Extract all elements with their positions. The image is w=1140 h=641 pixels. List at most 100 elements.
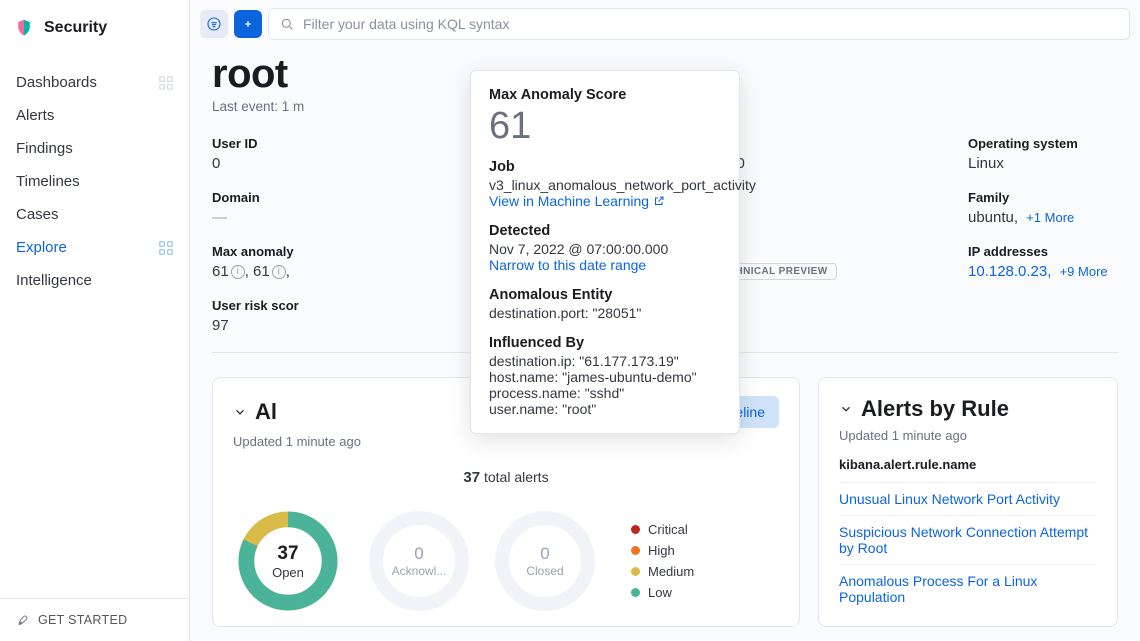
detail-os: Operating system Linux bbox=[968, 136, 1140, 172]
detail-label: IP addresses bbox=[968, 244, 1140, 259]
popover-job-label: Job bbox=[489, 159, 721, 175]
rule-link[interactable]: Anomalous Process For a Linux Population bbox=[839, 564, 1097, 613]
narrow-date-range-link[interactable]: Narrow to this date range bbox=[489, 257, 646, 273]
sidebar-item-timelines[interactable]: Timelines bbox=[0, 165, 189, 198]
sidebar-footer-get-started[interactable]: GET STARTED bbox=[0, 598, 189, 641]
rocket-icon bbox=[16, 613, 30, 627]
view-in-ml-link[interactable]: View in Machine Learning bbox=[489, 193, 665, 209]
influencer: process.name: "sshd" bbox=[489, 385, 721, 401]
more-link[interactable]: +9 More bbox=[1060, 264, 1108, 279]
filter-lines-icon bbox=[206, 16, 222, 32]
alerts-panel-title: Al bbox=[255, 399, 277, 425]
anomaly-score-1: 61 bbox=[212, 263, 229, 280]
popover-entity-value: destination.port: "28051" bbox=[489, 305, 721, 321]
sidebar-item-label: Explore bbox=[16, 239, 67, 256]
detail-ip: IP addresses 10.128.0.23, +9 More bbox=[968, 244, 1140, 280]
detail-value: 10.128.0.23, +9 More bbox=[968, 263, 1140, 280]
popover-influenced-label: Influenced By bbox=[489, 335, 721, 351]
donut-closed-count: 0 bbox=[540, 544, 549, 564]
popover-job: Job v3_linux_anomalous_network_port_acti… bbox=[489, 159, 721, 209]
sidebar-item-label: Alerts bbox=[16, 107, 54, 124]
detail-max-anomaly: Max anomaly 61i, 61i, bbox=[212, 244, 412, 280]
sidebar-nav: Dashboards Alerts Findings Timelines Cas… bbox=[0, 56, 189, 598]
rule-link[interactable]: Unusual Linux Network Port Activity bbox=[839, 482, 1097, 515]
detail-domain: Domain — bbox=[212, 190, 412, 226]
detail-user-risk-score: User risk scor 97 bbox=[212, 298, 412, 334]
dot-icon bbox=[631, 588, 640, 597]
detail-label: Operating system bbox=[968, 136, 1140, 151]
total-alerts-count: 37 bbox=[463, 469, 480, 486]
popover-entity-label: Anomalous Entity bbox=[489, 287, 721, 303]
popover-entity: Anomalous Entity destination.port: "2805… bbox=[489, 287, 721, 321]
donut-closed-label: Closed bbox=[526, 564, 563, 578]
donut-open-label: Open bbox=[272, 565, 304, 580]
chevron-down-icon[interactable] bbox=[839, 402, 853, 416]
donut-ack-label: Acknowl... bbox=[392, 564, 447, 578]
detail-label: Max anomaly bbox=[212, 244, 412, 259]
popover-detected: Detected Nov 7, 2022 @ 07:00:00.000 Narr… bbox=[489, 223, 721, 273]
detail-value: ubuntu, +1 More bbox=[968, 209, 1140, 226]
sidebar-item-dashboards[interactable]: Dashboards bbox=[0, 66, 189, 99]
sidebar-header: Security bbox=[0, 0, 189, 56]
kql-search[interactable] bbox=[268, 8, 1130, 40]
main: root Last event: 1 m User ID 0 Domain — … bbox=[190, 0, 1140, 641]
sidebar-item-alerts[interactable]: Alerts bbox=[0, 99, 189, 132]
popover-influenced: Influenced By destination.ip: "61.177.17… bbox=[489, 335, 721, 417]
filter-options-button[interactable] bbox=[200, 10, 228, 38]
sidebar-item-findings[interactable]: Findings bbox=[0, 132, 189, 165]
kql-search-input[interactable] bbox=[303, 16, 1119, 32]
detail-value: 0 bbox=[212, 155, 412, 172]
popover-detected-value: Nov 7, 2022 @ 07:00:00.000 bbox=[489, 241, 721, 257]
severity-legend: Critical High Medium Low bbox=[631, 522, 694, 600]
legend-medium: Medium bbox=[631, 564, 694, 579]
detail-value: — bbox=[212, 209, 412, 226]
add-filter-button[interactable] bbox=[234, 10, 262, 38]
popover-score: Max Anomaly Score 61 bbox=[489, 87, 721, 145]
detail-value: 61i, 61i, bbox=[212, 263, 412, 280]
dot-icon bbox=[631, 546, 640, 555]
sidebar-item-cases[interactable]: Cases bbox=[0, 198, 189, 231]
info-icon: i bbox=[272, 265, 286, 279]
total-alerts-label: total alerts bbox=[484, 469, 549, 485]
external-link-icon bbox=[653, 195, 665, 207]
detail-label: Family bbox=[968, 190, 1140, 205]
donut-acknowledged: 0 Acknowl... bbox=[369, 511, 469, 611]
topbar bbox=[190, 0, 1140, 48]
dot-icon bbox=[631, 525, 640, 534]
donut-closed: 0 Closed bbox=[495, 511, 595, 611]
chevron-down-icon[interactable] bbox=[233, 405, 247, 419]
rules-panel-title: Alerts by Rule bbox=[861, 396, 1009, 422]
donut-ack-count: 0 bbox=[414, 544, 423, 564]
legend-high: High bbox=[631, 543, 694, 558]
popover-score-label: Max Anomaly Score bbox=[489, 87, 721, 103]
anomaly-score-2: 61 bbox=[253, 263, 270, 280]
sidebar-item-label: Timelines bbox=[16, 173, 80, 190]
sidebar-item-explore[interactable]: Explore bbox=[0, 231, 189, 264]
detail-value: Linux bbox=[968, 155, 1140, 172]
dot-icon bbox=[631, 567, 640, 576]
info-icon: i bbox=[231, 265, 245, 279]
sidebar-item-label: Cases bbox=[16, 206, 59, 223]
donut-open-count: 37 bbox=[277, 543, 298, 565]
sidebar-item-intelligence[interactable]: Intelligence bbox=[0, 264, 189, 297]
ip-link[interactable]: 10.128.0.23, bbox=[968, 263, 1051, 280]
detail-family: Family ubuntu, +1 More bbox=[968, 190, 1140, 226]
detail-user-id: User ID 0 bbox=[212, 136, 412, 172]
total-alerts: 37 total alerts bbox=[233, 469, 779, 486]
popover-score-value: 61 bbox=[489, 107, 721, 145]
alerts-updated-label: Updated 1 minute ago bbox=[233, 434, 779, 449]
detail-label: Domain bbox=[212, 190, 412, 205]
sidebar-item-label: Dashboards bbox=[16, 74, 97, 91]
detail-value: 97 bbox=[212, 317, 412, 334]
sidebar: Security Dashboards Alerts Findings Time… bbox=[0, 0, 190, 641]
more-link[interactable]: +1 More bbox=[1026, 210, 1074, 225]
rule-link[interactable]: Suspicious Network Connection Attempt by… bbox=[839, 515, 1097, 564]
alerts-by-rule-panel: Alerts by Rule Updated 1 minute ago kiba… bbox=[818, 377, 1118, 627]
influencer: destination.ip: "61.177.173.19" bbox=[489, 353, 721, 369]
sidebar-item-label: Intelligence bbox=[16, 272, 92, 289]
influencer: host.name: "james-ubuntu-demo" bbox=[489, 369, 721, 385]
rules-updated-label: Updated 1 minute ago bbox=[839, 428, 1097, 443]
grid-icon bbox=[159, 241, 173, 255]
get-started-label: GET STARTED bbox=[38, 613, 127, 627]
anomaly-popover: Max Anomaly Score 61 Job v3_linux_anomal… bbox=[470, 70, 740, 434]
